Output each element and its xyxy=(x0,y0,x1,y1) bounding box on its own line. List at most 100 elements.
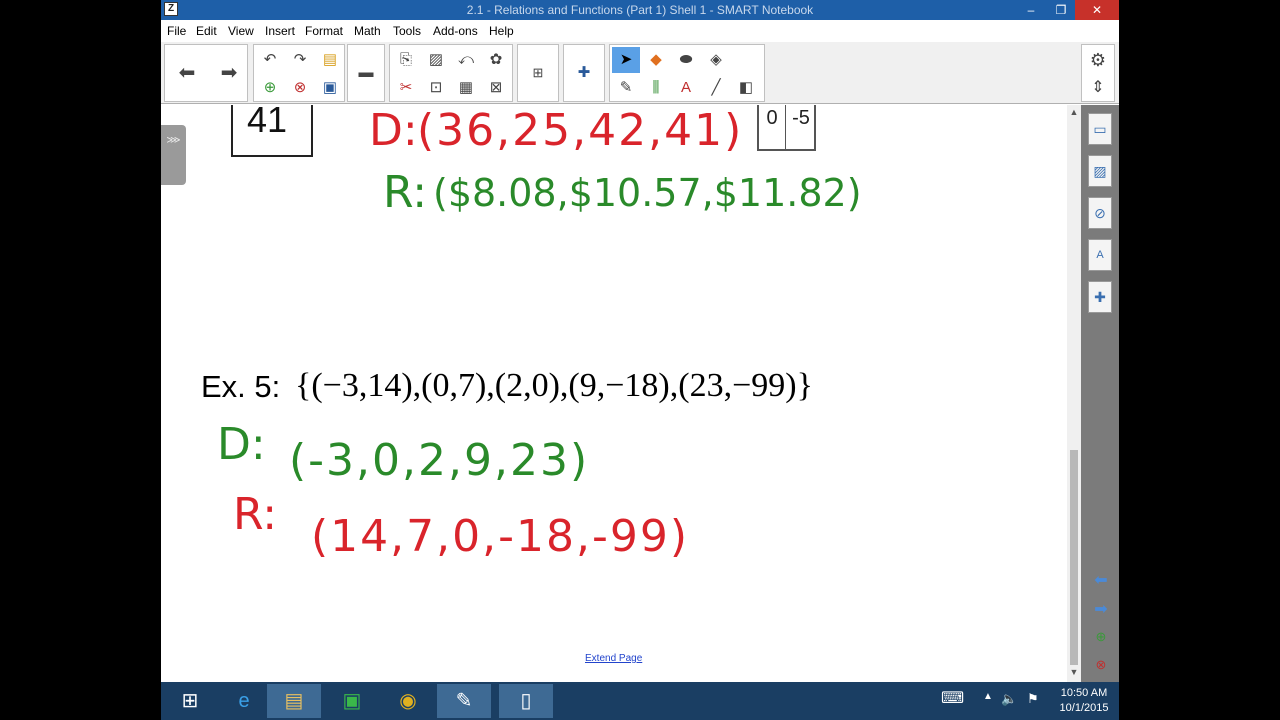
scroll-up-arrow-icon[interactable]: ▲ xyxy=(1067,107,1081,117)
menu-bar: File Edit View Insert Format Math Tools … xyxy=(161,20,1119,42)
start-windows-icon[interactable]: ⊞ xyxy=(163,684,217,718)
delete-page-icon[interactable]: ⊗ xyxy=(286,75,314,101)
example-set: {(−3,14),(0,7),(2,0),(9,−18),(23,−99)} xyxy=(295,367,813,404)
minimize-button[interactable]: – xyxy=(1017,0,1045,20)
example-label: Ex. 5: xyxy=(201,369,281,404)
range-label: R: xyxy=(233,489,278,540)
undo-icon[interactable]: ↶ xyxy=(256,47,284,73)
smart-tools-task-icon[interactable]: ▯ xyxy=(499,684,553,718)
menu-math[interactable]: Math xyxy=(354,24,381,38)
drawing-tools-group: ➤ ◆ ⬬ ◈ ✎ ⫼ A ╱ ◧ xyxy=(609,44,765,102)
attachments-tab-icon[interactable]: ⊘ xyxy=(1088,197,1112,229)
scroll-down-arrow-icon[interactable]: ▼ xyxy=(1067,667,1081,677)
scrollbar-thumb[interactable] xyxy=(1070,450,1078,665)
close-button[interactable]: ✕ xyxy=(1075,0,1119,20)
top-range-label: R: xyxy=(383,167,428,218)
domain-values: (-3,0,2,9,23) xyxy=(289,435,590,486)
volume-icon[interactable]: 🔈 xyxy=(1001,691,1017,707)
page-nav-group: ⬅ ➡ xyxy=(164,44,248,102)
top-domain-label: D: xyxy=(369,105,418,156)
vertical-scrollbar[interactable]: ▲ ▼ xyxy=(1067,105,1081,682)
smart-notebook-window: Z 2.1 - Relations and Functions (Part 1)… xyxy=(161,0,1119,682)
settings-gear-icon[interactable]: ⚙ xyxy=(1084,47,1112,73)
clock-time: 10:50 AM xyxy=(1060,687,1108,699)
top-range-values: ($8.08,$10.57,$11.82) xyxy=(433,171,862,215)
notebook-page[interactable]: ⋙ 41 0 -5 D: (36,25,42,41) R: ($8.08,$10… xyxy=(161,105,1067,682)
clock-date: 10/1/2015 xyxy=(1059,702,1109,714)
table-cell: -5 xyxy=(792,107,810,129)
properties-tab-icon[interactable]: A xyxy=(1088,239,1112,271)
save-icon[interactable]: ▣ xyxy=(316,75,344,101)
menu-edit[interactable]: Edit xyxy=(196,24,217,38)
next-arrow-icon[interactable]: ➡ xyxy=(1089,599,1113,619)
add-page-icon[interactable]: ⊕ xyxy=(256,75,284,101)
domain-label: D: xyxy=(217,419,266,470)
gallery-tab-icon[interactable]: ▨ xyxy=(1088,155,1112,187)
table-icon[interactable]: ▦ xyxy=(452,75,480,101)
table-cell: 0 xyxy=(759,105,786,149)
chrome-icon[interactable]: ◉ xyxy=(381,684,435,718)
addons-tab-icon[interactable]: ✚ xyxy=(1088,281,1112,313)
document-camera-icon[interactable]: ⤺ xyxy=(452,47,480,73)
page-sorter-flap[interactable]: ⋙ xyxy=(161,125,186,185)
delete-page-side-icon[interactable]: ⊗ xyxy=(1089,657,1113,677)
select-arrow-icon[interactable]: ➤ xyxy=(612,47,640,73)
toolbar: ⬅ ➡ ↶ ↷ ▤ ⊕ ⊗ ▣ ▬ ⎘ ▨ ⤺ ✿ ✂ ⊡ ▦ ⊠ ⊞ ✚ ➤ … xyxy=(161,42,1119,104)
math-tools-icon[interactable]: ⊞ xyxy=(524,60,552,86)
magic-pen-icon[interactable]: ◧ xyxy=(732,75,760,101)
menu-view[interactable]: View xyxy=(228,24,254,38)
addons-group: ✚ xyxy=(563,44,605,102)
menu-tools[interactable]: Tools xyxy=(393,24,421,38)
value-table: 0 -5 xyxy=(757,105,816,151)
delete-icon[interactable]: ⊠ xyxy=(482,75,510,101)
edit-group: ⎘ ▨ ⤺ ✿ ✂ ⊡ ▦ ⊠ xyxy=(389,44,513,102)
next-page-icon[interactable]: ➡ xyxy=(215,60,243,86)
paste-icon[interactable]: ⎘ xyxy=(392,47,420,73)
open-file-icon[interactable]: ▤ xyxy=(316,47,344,73)
action-center-flag-icon[interactable]: ⚑ xyxy=(1027,691,1039,707)
add-page-side-icon[interactable]: ⊕ xyxy=(1089,629,1113,649)
window-title: 2.1 - Relations and Functions (Part 1) S… xyxy=(466,3,814,17)
cut-icon[interactable]: ✂ xyxy=(392,75,420,101)
tray-expand-icon[interactable]: ▲ xyxy=(983,691,993,702)
smart-notebook-task-icon[interactable]: ✎ xyxy=(437,684,491,718)
store-icon[interactable]: ▣ xyxy=(325,684,379,718)
move-toolbar-icon[interactable]: ⇕ xyxy=(1084,75,1112,101)
text-icon[interactable]: A xyxy=(672,75,700,101)
eraser-icon[interactable]: ⬬ xyxy=(672,47,700,73)
menu-format[interactable]: Format xyxy=(305,24,343,38)
menu-addons[interactable]: Add-ons xyxy=(433,24,478,38)
top-domain-values: (36,25,42,41) xyxy=(417,105,744,156)
previous-arrow-icon[interactable]: ⬅ xyxy=(1089,570,1113,590)
input-box: 41 xyxy=(231,105,313,157)
file-explorer-icon[interactable]: ▤ xyxy=(267,684,321,718)
shapes-icon[interactable]: ◆ xyxy=(642,47,670,73)
restore-button[interactable]: ❐ xyxy=(1047,0,1075,20)
range-values: (14,7,0,-18,-99) xyxy=(311,511,689,562)
display-group: ▬ xyxy=(347,44,385,102)
redo-icon[interactable]: ↷ xyxy=(286,47,314,73)
line-icon[interactable]: ╱ xyxy=(702,75,730,101)
capture-icon[interactable]: ▨ xyxy=(422,47,450,73)
toolbar-settings-group: ⚙ ⇕ xyxy=(1081,44,1115,102)
menu-help[interactable]: Help xyxy=(489,24,514,38)
page-sorter-tab-icon[interactable]: ▭ xyxy=(1088,113,1112,145)
previous-page-icon[interactable]: ⬅ xyxy=(173,60,201,86)
creative-pen-icon[interactable]: ⫼ xyxy=(642,75,670,101)
keyboard-icon[interactable]: ⌨ xyxy=(941,688,964,708)
internet-explorer-icon[interactable]: e xyxy=(217,684,271,718)
show-hide-icon[interactable]: ⊡ xyxy=(422,75,450,101)
screen-shade-icon[interactable]: ▬ xyxy=(352,60,380,86)
gallery-icon[interactable]: ✿ xyxy=(482,47,510,73)
extend-page-link[interactable]: Extend Page xyxy=(585,653,642,664)
menu-insert[interactable]: Insert xyxy=(265,24,295,38)
menu-file[interactable]: File xyxy=(167,24,186,38)
windows-taskbar: ⊞ e ▤ ▣ ◉ ✎ ▯ ⌨ ▲ 🔈 ⚑ 10:50 AM 10/1/2015 xyxy=(161,682,1119,720)
addons-puzzle-icon[interactable]: ✚ xyxy=(570,60,598,86)
side-tabs-panel: ▭ ▨ ⊘ A ✚ ⬅ ➡ ⊕ ⊗ xyxy=(1081,105,1119,682)
file-group: ↶ ↷ ▤ ⊕ ⊗ ▣ xyxy=(253,44,345,102)
pen-icon[interactable]: ✎ xyxy=(612,75,640,101)
system-clock[interactable]: 10:50 AM 10/1/2015 xyxy=(1053,686,1115,716)
fill-icon[interactable]: ◈ xyxy=(702,47,730,73)
box-value: 41 xyxy=(247,105,288,140)
